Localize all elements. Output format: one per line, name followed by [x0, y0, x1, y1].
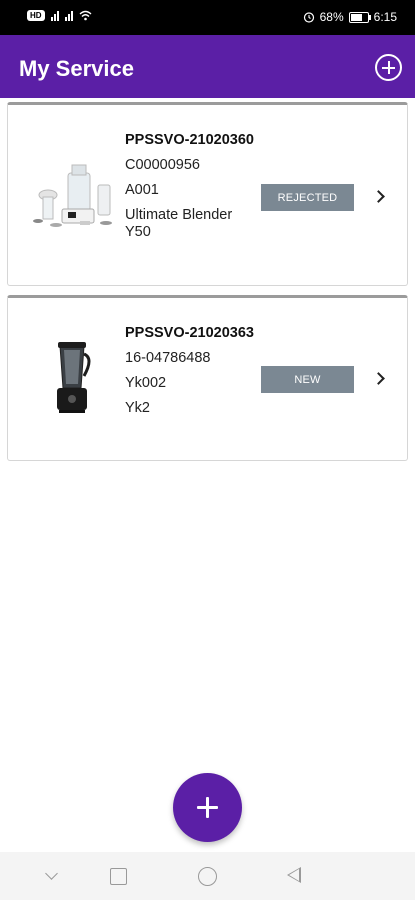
hd-badge: HD [27, 9, 45, 21]
model-code: A001 [125, 182, 159, 198]
service-card[interactable]: PPSSVO-21020363 16-04786488 Yk002 Yk2 NE… [7, 295, 408, 461]
chevron-down-icon[interactable] [45, 867, 58, 880]
product-name: Yk2 [125, 400, 150, 416]
system-nav-bar [0, 852, 415, 900]
battery-icon [348, 11, 371, 23]
status-bar: HD 68% 6:15 [0, 0, 415, 35]
product-name: Ultimate Blender Y50 [125, 207, 233, 240]
food-processor-image [33, 164, 112, 227]
signal-icon-2 [64, 9, 73, 21]
status-badge: REJECTED [261, 184, 354, 211]
chevron-right-icon[interactable] [372, 190, 385, 203]
status-bar-right: 68% 6:15 [303, 10, 397, 24]
wifi-icon [79, 10, 92, 20]
recents-icon[interactable] [110, 868, 127, 885]
add-circle-icon[interactable] [375, 54, 402, 81]
alarm-icon [303, 12, 314, 23]
status-badge: NEW [261, 366, 354, 393]
service-code: PPSSVO-21020360 [125, 132, 254, 148]
clock: 6:15 [373, 10, 397, 24]
home-icon[interactable] [198, 867, 217, 886]
service-info: PPSSVO-21020363 16-04786488 Yk002 Yk2 [125, 324, 255, 425]
customer-code: 16-04786488 [125, 350, 211, 366]
back-icon[interactable] [287, 867, 301, 883]
model-code: Yk002 [125, 375, 167, 391]
service-info: PPSSVO-21020360 C00000956 A001 Ultimate … [125, 131, 255, 249]
page-title: My Service [19, 56, 134, 81]
customer-code: C00000956 [125, 157, 200, 173]
chevron-right-icon[interactable] [372, 372, 385, 385]
service-card[interactable]: PPSSVO-21020360 C00000956 A001 Ultimate … [7, 102, 408, 286]
blender-image [57, 342, 91, 413]
signal-icon [50, 9, 59, 21]
service-code: PPSSVO-21020363 [125, 325, 254, 341]
add-service-button[interactable] [173, 773, 242, 842]
battery-level [350, 13, 362, 21]
status-bar-left: HD [27, 9, 92, 21]
app-bar: My Service [0, 35, 415, 98]
battery-percent: 68% [319, 10, 344, 24]
